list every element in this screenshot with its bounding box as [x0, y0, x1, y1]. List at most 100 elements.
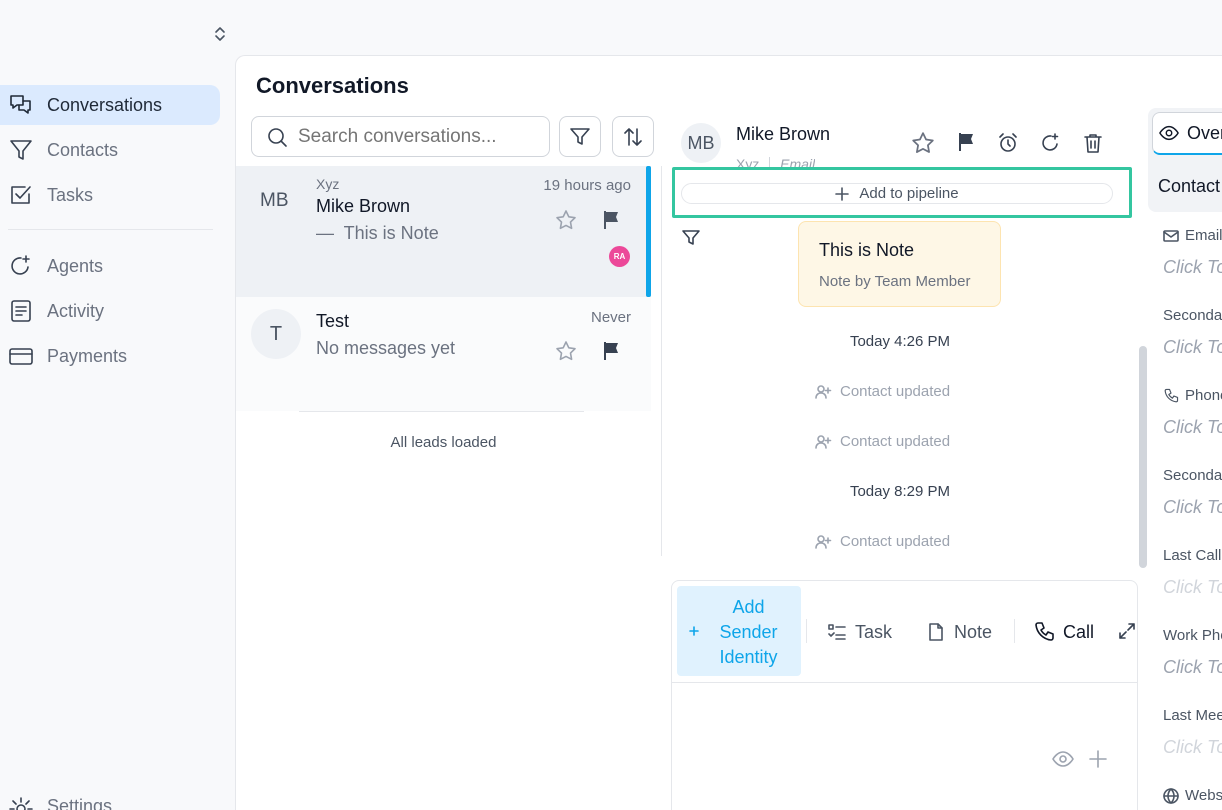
- sidebar-item-contacts[interactable]: Contacts: [0, 130, 220, 170]
- avatar: T: [251, 309, 301, 359]
- user-plus-icon: [815, 535, 832, 549]
- scrollbar-thumb[interactable]: [1139, 346, 1147, 568]
- alarm-clock-icon[interactable]: [997, 132, 1019, 154]
- field-label: Email: [1163, 227, 1222, 244]
- star-icon[interactable]: [555, 340, 577, 362]
- expand-icon[interactable]: [1118, 622, 1136, 640]
- credit-card-icon: [9, 348, 33, 365]
- phone-icon: [1035, 622, 1054, 641]
- sidebar-item-activity[interactable]: Activity: [0, 291, 220, 331]
- tab-overview[interactable]: Overview: [1152, 112, 1222, 155]
- sidebar-item-label: Settings: [47, 796, 113, 810]
- timestamp: 19 hours ago: [543, 177, 631, 194]
- star-icon[interactable]: [911, 131, 935, 155]
- message-preview: — This is Note: [316, 223, 439, 243]
- field-label: Last Meeting: [1163, 707, 1222, 724]
- filter-icon: [10, 140, 32, 160]
- sidebar-item-label: Activity: [47, 300, 105, 321]
- sparkle-refresh-icon: [11, 255, 30, 275]
- add-sender-identity-button[interactable]: Add Sender Identity: [677, 586, 801, 676]
- note-title: This is Note: [819, 240, 915, 260]
- event-label: Contact updated: [840, 433, 951, 450]
- search-input[interactable]: [298, 125, 538, 148]
- eye-icon[interactable]: [1052, 748, 1074, 770]
- sidebar-item-settings[interactable]: Settings: [0, 788, 220, 810]
- field-label-text: Website: [1185, 787, 1222, 804]
- timeline-event: Contact updated: [815, 433, 950, 450]
- message-preview: No messages yet: [316, 338, 456, 358]
- flag-icon[interactable]: [956, 131, 976, 153]
- task-button[interactable]: Task: [827, 620, 892, 644]
- section-title: Contact: [1158, 176, 1221, 196]
- timeline-event: Contact updated: [815, 383, 950, 400]
- task-list-icon: [828, 624, 846, 640]
- plus-icon: [835, 186, 850, 201]
- field-label: Website: [1163, 787, 1222, 804]
- sidebar-item-payments[interactable]: Payments: [0, 336, 220, 376]
- field-value[interactable]: Click To: [1163, 337, 1222, 358]
- contact-name: Test: [316, 311, 350, 331]
- field-label: Last Call: [1163, 547, 1222, 564]
- filter-button[interactable]: [559, 116, 601, 157]
- chat-bubbles-icon: [10, 95, 31, 114]
- contact-name: Mike Brown: [736, 124, 831, 144]
- list-footer: All leads loaded: [390, 434, 497, 451]
- call-label: Call: [1063, 621, 1095, 642]
- assignee-initials: RA: [613, 252, 626, 261]
- page-title: Conversations: [256, 73, 409, 98]
- add-to-pipeline-button[interactable]: Add to pipeline: [681, 183, 1113, 204]
- star-icon[interactable]: [555, 209, 577, 231]
- list-divider: [299, 411, 584, 412]
- flag-icon[interactable]: [601, 209, 621, 231]
- avatar-initials: MB: [687, 132, 715, 153]
- sidebar-item-agents[interactable]: Agents: [0, 246, 220, 286]
- field-value[interactable]: Click To: [1163, 577, 1222, 598]
- note-button[interactable]: Note: [926, 620, 992, 644]
- filter-icon[interactable]: [681, 228, 701, 248]
- sort-button[interactable]: [612, 116, 654, 157]
- sidebar-item-label: Tasks: [47, 184, 94, 205]
- field-value[interactable]: Click To: [1163, 657, 1222, 678]
- timeline-date: Today 4:26 PM: [849, 333, 951, 350]
- note-label: Note: [954, 621, 993, 642]
- conversation-list: MB Xyz Mike Brown — This is Note 19 hour…: [236, 166, 651, 412]
- avatar: MB: [260, 190, 289, 211]
- user-plus-icon: [815, 385, 832, 399]
- pipeline-label: Add to pipeline: [859, 185, 959, 202]
- company-label: Xyz: [316, 176, 340, 192]
- workspace-switcher[interactable]: [0, 15, 232, 51]
- filter-icon: [570, 127, 590, 145]
- composer-divider: [672, 682, 1137, 683]
- task-label: Task: [855, 621, 893, 642]
- sidebar-divider: [8, 229, 213, 230]
- field-label: Work Phone: [1163, 627, 1222, 644]
- sidebar-item-conversations[interactable]: Conversations: [0, 85, 220, 125]
- field-value[interactable]: Click To: [1163, 417, 1222, 438]
- call-button[interactable]: Call: [1033, 620, 1094, 644]
- phone-icon: [1164, 388, 1179, 402]
- sparkle-refresh-icon[interactable]: [1039, 132, 1061, 154]
- note-card[interactable]: This is Note Note by Team Member: [798, 221, 1001, 307]
- note-author: Note by Team Member: [819, 273, 971, 290]
- tab-label: Overview: [1187, 122, 1222, 143]
- assignee-badge: RA: [609, 246, 630, 267]
- eye-icon: [1159, 125, 1179, 141]
- plus-icon[interactable]: [1088, 749, 1108, 769]
- trash-icon[interactable]: [1082, 132, 1104, 154]
- right-panel: [1148, 108, 1222, 810]
- flag-icon[interactable]: [601, 340, 621, 362]
- mail-icon: [1163, 229, 1179, 242]
- field-label: Secondary: [1163, 307, 1222, 324]
- field-value[interactable]: Click To: [1163, 257, 1222, 278]
- sidebar-item-tasks[interactable]: Tasks: [0, 175, 220, 215]
- plus-icon: [689, 626, 699, 636]
- field-value[interactable]: Click To: [1163, 497, 1222, 518]
- user-plus-icon: [815, 435, 832, 449]
- document-list-icon: [11, 300, 31, 322]
- field-label: Secondary: [1163, 467, 1222, 484]
- selected-indicator: [646, 166, 651, 297]
- list-item[interactable]: T Test No messages yet Never: [236, 297, 651, 411]
- list-item[interactable]: MB Xyz Mike Brown — This is Note 19 hour…: [236, 166, 651, 297]
- toolbar-divider: [1014, 619, 1015, 643]
- field-value[interactable]: Click To: [1163, 737, 1222, 758]
